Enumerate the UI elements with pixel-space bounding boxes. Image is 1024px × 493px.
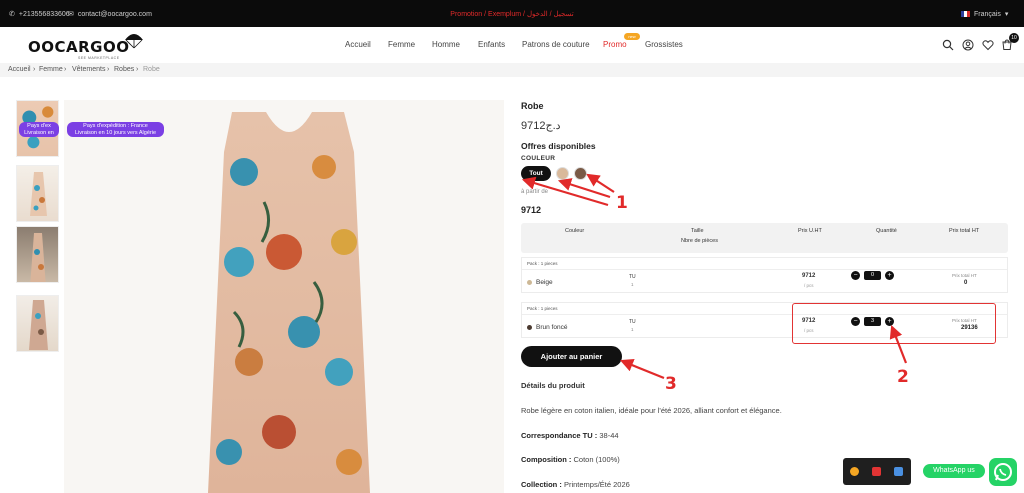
whatsapp-label[interactable]: WhatsApp us: [923, 464, 985, 478]
whatsapp-button[interactable]: [989, 458, 1017, 486]
translate-icon[interactable]: [894, 467, 903, 476]
annotation-label-3: 3: [665, 374, 677, 394]
annotation-arrows: [521, 173, 908, 380]
annotation-label-2: 2: [897, 367, 909, 387]
whatsapp-icon: [994, 463, 1012, 481]
chat-icon[interactable]: [850, 467, 859, 476]
annotation-label-1: 1: [616, 193, 628, 213]
pdf-icon[interactable]: [872, 467, 881, 476]
floating-toolbar: [843, 458, 911, 485]
